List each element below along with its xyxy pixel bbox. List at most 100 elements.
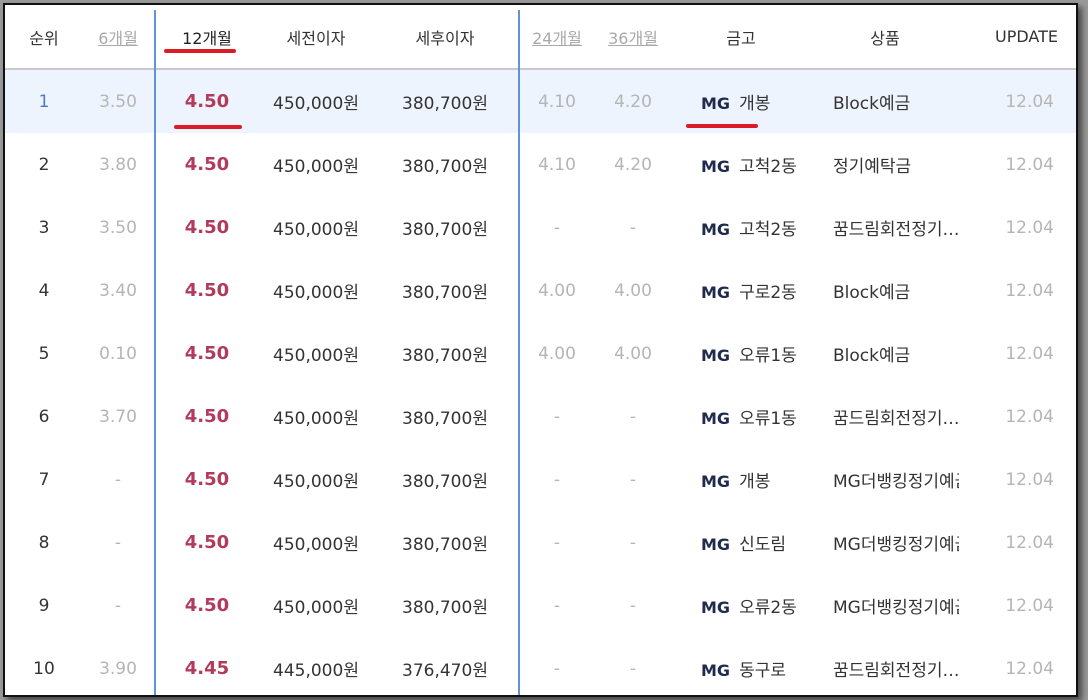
pre-tax-interest-cell: 450,000원 [273, 220, 359, 240]
rate-24m-cell: - [553, 658, 561, 679]
column-divider-12m-left [154, 10, 156, 695]
bank-cell[interactable]: MG 오류1동 [671, 322, 811, 385]
product-cell[interactable]: 꿈드림회전정기… [811, 637, 959, 695]
product-cell[interactable]: Block예금 [811, 69, 959, 133]
rate-12m-cell: 4.50 [184, 217, 230, 238]
product-cell[interactable]: Block예금 [811, 259, 959, 322]
bank-cell[interactable]: MG 구로2동 [671, 259, 811, 322]
rate-36m-cell: 4.20 [595, 69, 671, 133]
product-cell[interactable]: Block예금 [811, 322, 959, 385]
rate-6m-cell: 3.90 [99, 658, 137, 679]
update-date-cell: 12.04 [1005, 280, 1054, 301]
pre-tax-interest-cell: 450,000원 [261, 69, 371, 133]
table-row[interactable]: 1 3.50 4.50 450,000원 380,700원 4.10 4.20 MG 개봉 Blo… [5, 69, 1076, 133]
product-cell[interactable]: 꿈드림회전정기… [811, 385, 959, 448]
post-tax-interest-cell: 380,700원 [402, 409, 488, 429]
bank-cell[interactable]: MG 오류2동 [671, 574, 811, 637]
rate-6m-cell: 3.40 [99, 280, 137, 301]
header-bank: 금고 [671, 5, 811, 70]
table-row[interactable]: 7 - 4.50 450,000원 380,700원 - - MG 개봉 MG더뱅킹정기예금 12.… [5, 448, 1076, 511]
rate-12m-cell: 4.50 [153, 69, 261, 133]
bank-branch-name: 신도림 [739, 535, 786, 555]
table-row[interactable]: 6 3.70 4.50 450,000원 380,700원 - - MG 오류1동 꿈드림회전정기… [5, 385, 1076, 448]
mg-bank-logo: MG [701, 94, 731, 113]
mg-bank-logo: MG [701, 283, 731, 302]
rate-12m-cell: 4.50 [184, 406, 230, 427]
rank-cell: 4 [38, 280, 50, 301]
bank-branch-name: 개봉 [739, 472, 771, 492]
table-row[interactable]: 10 3.90 4.45 445,000원 376,470원 - - MG 동구로 꿈드림회전정기… [5, 637, 1076, 695]
rank-cell: 9 [38, 595, 50, 616]
post-tax-interest-cell: 380,700원 [402, 346, 488, 366]
mg-bank-logo: MG [701, 220, 731, 239]
bank-branch-name: 오류1동 [739, 409, 797, 429]
bank-cell[interactable]: MG 신도림 [671, 511, 811, 574]
header-12m-sort-link[interactable]: 12개월 [153, 5, 261, 70]
table-body: 1 3.50 4.50 450,000원 380,700원 4.10 4.20 MG 개봉 Blo… [5, 69, 1076, 695]
rate-12m-cell: 4.50 [184, 280, 230, 301]
table-header-row: 순위 6개월 12개월 세전이자 세후이자 24개월 36개월 금고 상품 UP… [5, 5, 1076, 70]
mg-bank-logo: MG [701, 661, 731, 680]
pre-tax-interest-cell: 450,000원 [273, 535, 359, 555]
product-cell[interactable]: MG더뱅킹정기예금 [811, 448, 959, 511]
rate-6m-cell: 3.80 [99, 154, 137, 175]
rank-cell: 8 [38, 532, 50, 553]
rank-cell: 5 [38, 343, 50, 364]
rate-12m-cell: 4.50 [184, 154, 230, 175]
rate-24m-cell: 4.10 [519, 69, 595, 133]
rate-36m-cell: - [629, 595, 637, 616]
mg-bank-logo: MG [701, 535, 731, 554]
table-row[interactable]: 3 3.50 4.50 450,000원 380,700원 - - MG 고척2동 꿈드림회전정기… [5, 196, 1076, 259]
product-cell[interactable]: 꿈드림회전정기… [811, 196, 959, 259]
product-cell[interactable]: MG더뱅킹정기예금 [811, 511, 959, 574]
deposit-rate-table: 순위 6개월 12개월 세전이자 세후이자 24개월 36개월 금고 상품 UP… [5, 5, 1076, 695]
update-date-cell: 12.04 [959, 69, 1076, 133]
update-date-cell: 12.04 [1005, 469, 1054, 490]
header-product: 상품 [811, 5, 959, 70]
header-6m-sort-link[interactable]: 6개월 [83, 5, 153, 70]
bank-cell[interactable]: MG 동구로 [671, 637, 811, 695]
bank-branch-name: 개봉 [739, 94, 771, 114]
product-cell[interactable]: MG더뱅킹정기예금 [811, 574, 959, 637]
pre-tax-interest-cell: 445,000원 [273, 661, 359, 681]
bank-cell[interactable]: MG 고척2동 [671, 196, 811, 259]
rank-cell: 6 [38, 406, 50, 427]
bank-branch-name: 고척2동 [739, 157, 797, 177]
bank-branch-name: 오류1동 [739, 346, 797, 366]
post-tax-interest-cell: 380,700원 [402, 220, 488, 240]
rate-36m-cell: 4.00 [614, 343, 652, 364]
bank-branch-name: 동구로 [739, 661, 786, 681]
post-tax-interest-cell: 380,700원 [402, 157, 488, 177]
bank-cell[interactable]: MG 오류1동 [671, 385, 811, 448]
rate-36m-cell: - [629, 658, 637, 679]
header-36m-sort-link[interactable]: 36개월 [595, 5, 671, 70]
column-divider-12m-right [518, 10, 520, 695]
update-date-cell: 12.04 [1005, 154, 1054, 175]
mg-bank-logo: MG [701, 157, 731, 176]
bank-cell[interactable]: MG 개봉 [671, 448, 811, 511]
annotation-underline-12m-header [164, 49, 236, 53]
table-row[interactable]: 8 - 4.50 450,000원 380,700원 - - MG 신도림 MG더뱅킹정기예금 12… [5, 511, 1076, 574]
table-row[interactable]: 5 0.10 4.50 450,000원 380,700원 4.00 4.00 MG 오류1동 B… [5, 322, 1076, 385]
pre-tax-interest-cell: 450,000원 [273, 157, 359, 177]
bank-cell[interactable]: MG 고척2동 [671, 133, 811, 196]
header-pre-tax: 세전이자 [261, 5, 371, 70]
rate-24m-cell: - [553, 532, 561, 553]
product-cell[interactable]: 정기예탁금 [811, 133, 959, 196]
rate-12m-cell: 4.45 [184, 658, 230, 679]
header-24m-sort-link[interactable]: 24개월 [519, 5, 595, 70]
pre-tax-interest-cell: 450,000원 [273, 283, 359, 303]
rate-12m-cell: 4.50 [184, 469, 230, 490]
rate-12m-cell: 4.50 [184, 532, 230, 553]
table-row[interactable]: 9 - 4.50 450,000원 380,700원 - - MG 오류2동 MG더뱅킹정기예금 1… [5, 574, 1076, 637]
rank-cell: 7 [38, 469, 50, 490]
table-row[interactable]: 4 3.40 4.50 450,000원 380,700원 4.00 4.00 MG 구로2동 B… [5, 259, 1076, 322]
update-date-cell: 12.04 [1005, 217, 1054, 238]
rate-12m-cell: 4.50 [184, 595, 230, 616]
rate-12m-cell: 4.50 [184, 343, 230, 364]
rate-36m-cell: 4.00 [614, 280, 652, 301]
rank-cell: 10 [33, 658, 55, 679]
rate-6m-cell: - [114, 469, 122, 490]
rank-cell: 1 [5, 69, 83, 133]
table-row[interactable]: 2 3.80 4.50 450,000원 380,700원 4.10 4.20 MG 고척2동 정… [5, 133, 1076, 196]
